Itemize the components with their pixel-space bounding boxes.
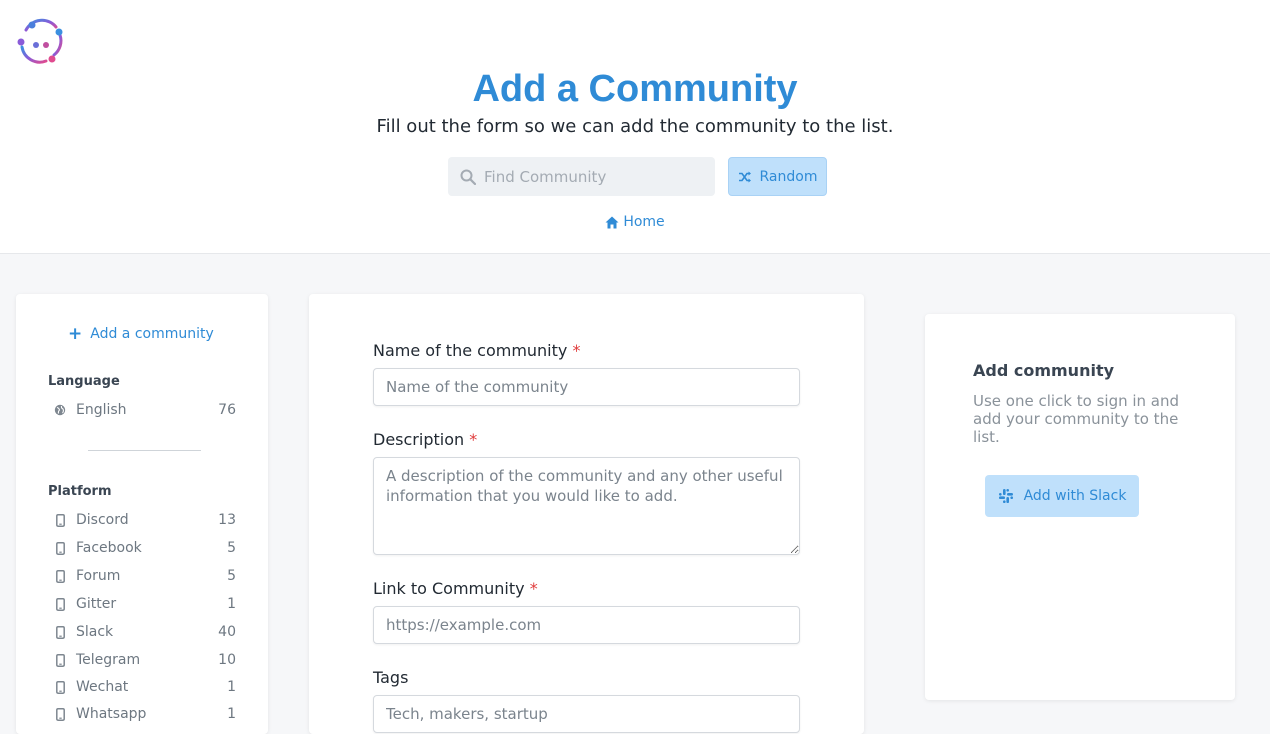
search-input[interactable] bbox=[482, 166, 706, 187]
random-button[interactable]: Random bbox=[728, 157, 827, 196]
page-subtitle: Fill out the form so we can add the comm… bbox=[376, 116, 894, 137]
platform-item-forum[interactable]: Forum 5 bbox=[54, 566, 236, 586]
page-title: Add a Community bbox=[472, 68, 798, 110]
filter-label: Facebook bbox=[76, 540, 142, 556]
slack-icon bbox=[998, 489, 1013, 503]
platform-item-telegram[interactable]: Telegram 10 bbox=[54, 650, 236, 670]
platform-item-gitter[interactable]: Gitter 1 bbox=[54, 594, 236, 614]
filter-count: 1 bbox=[227, 679, 236, 695]
community-logo-icon[interactable] bbox=[16, 15, 66, 65]
add-community-link[interactable]: + Add a community bbox=[68, 324, 214, 344]
tags-field-label: Tags bbox=[373, 668, 408, 687]
link-input[interactable] bbox=[373, 606, 800, 644]
plus-icon: + bbox=[68, 324, 83, 344]
platform-item-facebook[interactable]: Facebook 5 bbox=[54, 538, 236, 558]
home-link-label: Home bbox=[623, 214, 665, 230]
filter-label: Whatsapp bbox=[76, 706, 147, 722]
add-with-slack-button[interactable]: Add with Slack bbox=[985, 475, 1139, 517]
name-input[interactable] bbox=[373, 368, 800, 406]
mobile-phone-icon bbox=[54, 680, 66, 694]
platform-item-slack[interactable]: Slack 40 bbox=[54, 622, 236, 642]
add-with-slack-label: Add with Slack bbox=[1023, 488, 1127, 504]
platform-item-whatsapp[interactable]: Whatsapp 1 bbox=[54, 704, 236, 724]
mobile-phone-icon bbox=[54, 625, 66, 639]
platform-section-title: Platform bbox=[48, 484, 112, 499]
filter-count: 40 bbox=[218, 624, 236, 640]
filter-label: Slack bbox=[76, 624, 114, 640]
tags-label-text: Tags bbox=[373, 668, 409, 687]
required-mark: * bbox=[572, 341, 581, 360]
filter-count: 10 bbox=[218, 652, 236, 668]
search-box[interactable] bbox=[448, 157, 715, 196]
mobile-phone-icon bbox=[54, 541, 66, 555]
filter-label: Discord bbox=[76, 512, 129, 528]
language-section-title: Language bbox=[48, 374, 120, 389]
link-label-text: Link to Community bbox=[373, 579, 525, 598]
filter-label: Wechat bbox=[76, 679, 129, 695]
link-field-label: Link to Community * bbox=[373, 579, 538, 598]
platform-item-wechat[interactable]: Wechat 1 bbox=[54, 677, 236, 697]
required-mark: * bbox=[529, 579, 538, 598]
filter-count: 1 bbox=[227, 596, 236, 612]
mobile-phone-icon bbox=[54, 707, 66, 721]
slack-panel-description: Use one click to sign in and add your co… bbox=[973, 392, 1180, 446]
globe-icon bbox=[54, 403, 66, 417]
filter-count: 76 bbox=[218, 402, 236, 418]
filter-label: English bbox=[76, 402, 127, 418]
required-mark: * bbox=[469, 430, 478, 449]
description-textarea[interactable] bbox=[373, 457, 800, 555]
description-field-label: Description * bbox=[373, 430, 477, 449]
mobile-phone-icon bbox=[54, 597, 66, 611]
filter-label: Forum bbox=[76, 568, 121, 584]
tags-input[interactable] bbox=[373, 695, 800, 733]
language-item-english[interactable]: English 76 bbox=[54, 400, 236, 420]
filter-count: 5 bbox=[227, 568, 236, 584]
page-header: Add a Community Fill out the form so we … bbox=[0, 0, 1270, 254]
name-field-label: Name of the community * bbox=[373, 341, 580, 360]
random-button-label: Random bbox=[759, 168, 818, 185]
filter-count: 1 bbox=[227, 706, 236, 722]
filter-count: 13 bbox=[218, 512, 236, 528]
home-link-row: Home bbox=[0, 214, 1270, 233]
sidebar-divider bbox=[88, 450, 201, 451]
mobile-phone-icon bbox=[54, 513, 66, 527]
mobile-phone-icon bbox=[54, 653, 66, 667]
home-icon bbox=[605, 216, 619, 228]
filter-count: 5 bbox=[227, 540, 236, 556]
filter-label: Gitter bbox=[76, 596, 117, 612]
mobile-phone-icon bbox=[54, 569, 66, 583]
name-label-text: Name of the community bbox=[373, 341, 568, 360]
shuffle-icon bbox=[738, 171, 751, 182]
slack-panel-title: Add community bbox=[973, 361, 1115, 380]
platform-item-discord[interactable]: Discord 13 bbox=[54, 510, 236, 530]
home-link[interactable]: Home bbox=[605, 214, 665, 230]
filter-sidebar: + Add a community Language English 76 Pl… bbox=[16, 294, 268, 734]
filter-label: Telegram bbox=[76, 652, 141, 668]
slack-panel: Add community Use one click to sign in a… bbox=[925, 314, 1235, 700]
description-label-text: Description bbox=[373, 430, 465, 449]
add-community-label: Add a community bbox=[90, 326, 214, 342]
search-icon bbox=[460, 169, 476, 185]
add-community-form: Name of the community * Description * Li… bbox=[309, 294, 864, 734]
